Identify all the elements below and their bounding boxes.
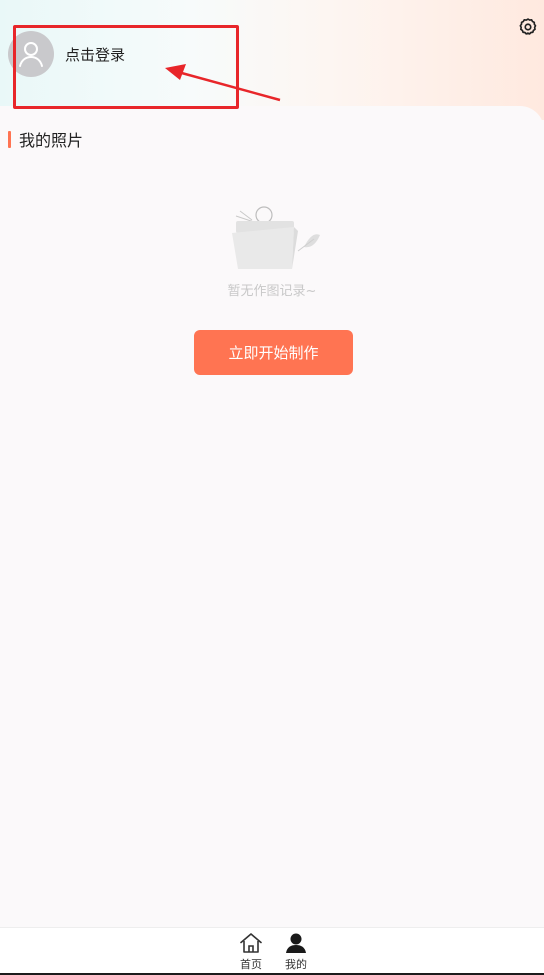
settings-gear-icon[interactable] [518,17,538,37]
empty-state-text: 暂无作图记录~ [227,284,317,299]
tab-home[interactable]: 首页 [231,932,271,972]
tab-me[interactable]: 我的 [276,932,316,972]
section-title-text: 我的照片 [19,131,84,150]
bottom-tab-bar: 首页 我的 [0,927,544,974]
tab-me-label: 我的 [285,958,307,971]
section-title: 我的照片 [8,127,83,151]
tab-home-label: 首页 [240,958,262,971]
section-accent-bar [8,130,11,148]
home-icon [240,933,262,953]
empty-folder-illustration [232,206,320,269]
annotation-arrow [165,64,281,102]
start-creating-button[interactable]: 立即开始制作 [194,330,353,375]
user-icon [286,933,306,953]
